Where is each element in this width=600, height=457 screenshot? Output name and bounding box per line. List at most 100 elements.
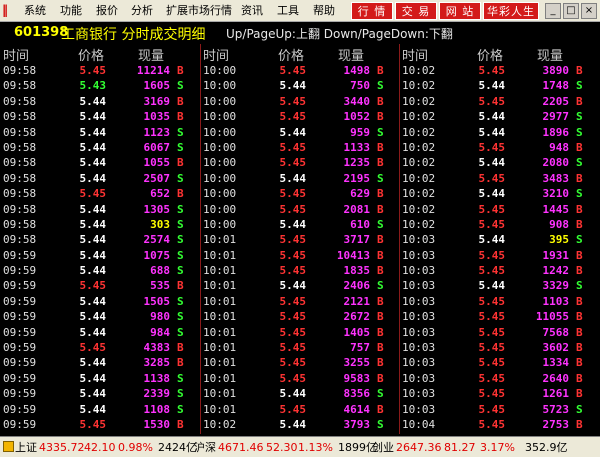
sh-label[interactable]: 上证 bbox=[15, 441, 37, 454]
trade-side: B bbox=[576, 310, 583, 324]
trade-side: S bbox=[377, 217, 384, 231]
website-button[interactable]: 网 站 bbox=[439, 2, 481, 20]
trade-row: 09:58 5.44 1035 B bbox=[0, 109, 198, 124]
trade-side: S bbox=[177, 171, 184, 185]
cy-label[interactable]: 创业 bbox=[372, 441, 394, 454]
trade-row: 10:01 5.45 9583 B bbox=[200, 371, 398, 386]
trade-volume: 1445 bbox=[542, 202, 570, 216]
trade-row: 10:02 5.45 1445 B bbox=[399, 202, 597, 217]
trade-time: 09:59 bbox=[3, 417, 37, 431]
column-header: 时间 价格 现量 bbox=[399, 44, 597, 64]
trade-row: 10:01 5.45 3717 B bbox=[200, 232, 398, 247]
hs-label[interactable]: 沪深 bbox=[194, 441, 216, 454]
trade-row: 10:02 5.45 3483 B bbox=[399, 171, 597, 186]
trade-price: 5.44 bbox=[79, 402, 107, 416]
trade-button[interactable]: 交 易 bbox=[395, 2, 437, 20]
trade-side: B bbox=[576, 325, 583, 339]
trade-price: 5.44 bbox=[279, 217, 307, 231]
menu-system[interactable]: 系统 bbox=[24, 3, 46, 19]
trade-row: 10:03 5.44 395 S bbox=[399, 232, 597, 247]
trade-row: 10:02 5.45 2205 B bbox=[399, 94, 597, 109]
trade-time: 10:02 bbox=[402, 79, 436, 93]
trade-time: 10:01 bbox=[203, 341, 237, 355]
trade-side: B bbox=[377, 94, 384, 108]
trade-price: 5.44 bbox=[79, 202, 107, 216]
trade-time: 10:02 bbox=[402, 171, 436, 185]
menu-analysis[interactable]: 分析 bbox=[131, 3, 153, 19]
trade-side: S bbox=[377, 171, 384, 185]
trade-volume: 4383 bbox=[143, 341, 171, 355]
trade-price: 5.45 bbox=[79, 64, 107, 77]
trade-row: 10:00 5.45 1498 B bbox=[200, 63, 398, 78]
trade-price: 5.45 bbox=[478, 140, 506, 154]
market-icon[interactable] bbox=[3, 441, 14, 452]
trade-time: 10:00 bbox=[203, 171, 237, 185]
menu-help[interactable]: 帮助 bbox=[313, 3, 335, 19]
title-bar: 601398 工商银行 分时成交明细 Up/PageUp:上翻 Down/Pag… bbox=[0, 22, 600, 44]
trade-price: 5.44 bbox=[478, 125, 506, 139]
trade-price: 5.45 bbox=[478, 202, 506, 216]
trade-volume: 1261 bbox=[542, 387, 570, 401]
trade-price: 5.44 bbox=[79, 110, 107, 124]
trade-side: B bbox=[576, 64, 583, 77]
trade-row: 09:59 5.44 1505 S bbox=[0, 294, 198, 309]
trade-volume: 2205 bbox=[542, 94, 570, 108]
trade-time: 10:00 bbox=[203, 79, 237, 93]
trade-time: 10:00 bbox=[203, 64, 237, 77]
trade-row: 10:02 5.45 908 B bbox=[399, 217, 597, 232]
trade-volume: 1108 bbox=[143, 402, 171, 416]
trade-time: 10:03 bbox=[402, 233, 436, 247]
menu-tools[interactable]: 工具 bbox=[277, 3, 299, 19]
quotes-button[interactable]: 行 情 bbox=[351, 2, 393, 20]
trade-row: 09:58 5.44 3169 B bbox=[0, 94, 198, 109]
trade-price: 5.45 bbox=[79, 187, 107, 201]
trade-time: 10:03 bbox=[402, 310, 436, 324]
trade-volume: 3890 bbox=[542, 64, 570, 77]
trade-row: 10:02 5.44 1748 S bbox=[399, 78, 597, 93]
maximize-icon[interactable]: □ bbox=[563, 3, 579, 19]
menu-quote[interactable]: 报价 bbox=[96, 3, 118, 19]
trade-volume: 11214 bbox=[136, 64, 170, 77]
trade-volume: 3793 bbox=[343, 417, 371, 431]
sh-change: 42.10 bbox=[84, 441, 116, 454]
trade-time: 10:02 bbox=[402, 125, 436, 139]
minimize-icon[interactable]: _ bbox=[545, 3, 561, 19]
trade-row: 09:58 5.44 2507 S bbox=[0, 171, 198, 186]
trade-row: 10:01 5.45 2672 B bbox=[200, 309, 398, 324]
trade-price: 5.44 bbox=[79, 294, 107, 308]
menu-function[interactable]: 功能 bbox=[60, 3, 82, 19]
trade-side: B bbox=[377, 248, 384, 262]
trade-time: 10:01 bbox=[203, 233, 237, 247]
trade-time: 10:03 bbox=[402, 371, 436, 385]
huacai-life-button[interactable]: 华彩人生 bbox=[483, 2, 539, 20]
trade-volume: 7568 bbox=[542, 325, 570, 339]
trade-row: 10:01 5.45 2121 B bbox=[200, 294, 398, 309]
trade-volume: 5723 bbox=[542, 402, 570, 416]
trade-side: B bbox=[576, 341, 583, 355]
app-logo-icon: ‖ bbox=[2, 3, 8, 17]
trade-price: 5.45 bbox=[478, 310, 506, 324]
close-icon[interactable]: × bbox=[581, 3, 597, 19]
trade-side: B bbox=[177, 156, 184, 170]
trade-price: 5.45 bbox=[478, 402, 506, 416]
trade-price: 5.45 bbox=[279, 264, 307, 278]
trade-side: S bbox=[377, 279, 384, 293]
menu-extended-market[interactable]: 扩展市场行情 bbox=[166, 3, 232, 19]
trade-side: B bbox=[377, 356, 384, 370]
trade-side: S bbox=[177, 248, 184, 262]
trade-time: 10:00 bbox=[203, 110, 237, 124]
trade-price: 5.44 bbox=[79, 248, 107, 262]
sh-index: 4335.72 bbox=[39, 441, 85, 454]
paging-hint: Up/PageUp:上翻 Down/PageDown:下翻 bbox=[226, 27, 453, 41]
trade-row: 10:04 5.45 2753 B bbox=[399, 417, 597, 432]
trade-volume: 1138 bbox=[143, 371, 171, 385]
trade-row: 10:02 5.44 3793 S bbox=[200, 417, 398, 432]
trade-side: S bbox=[576, 79, 583, 93]
trade-volume: 1405 bbox=[343, 325, 371, 339]
trade-side: B bbox=[576, 264, 583, 278]
hs-percent: 1.13% bbox=[298, 441, 333, 454]
trade-volume: 2977 bbox=[542, 110, 570, 124]
trade-time: 09:59 bbox=[3, 279, 37, 293]
trade-price: 5.44 bbox=[279, 387, 307, 401]
menu-news[interactable]: 资讯 bbox=[241, 3, 263, 19]
